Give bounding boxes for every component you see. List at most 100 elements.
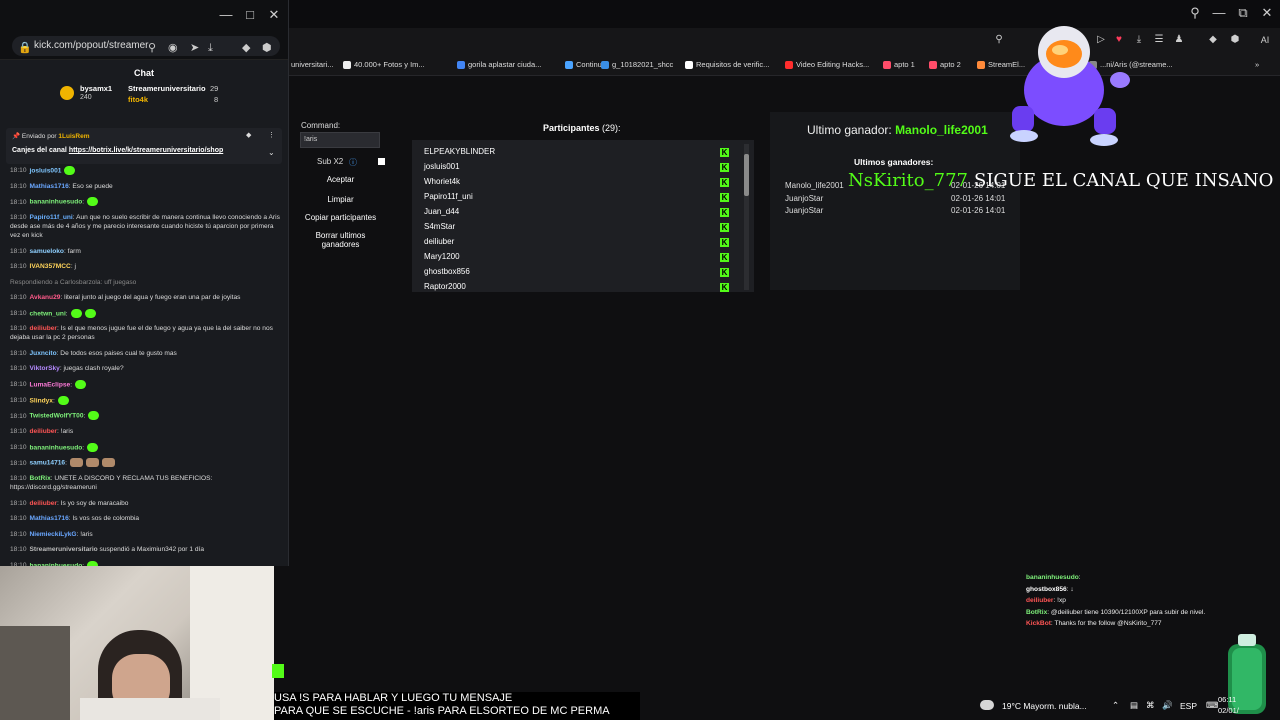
- more-options-icon[interactable]: ⋮: [268, 131, 275, 139]
- bookmark-item[interactable]: 40.000+ Fotos y Im...: [343, 60, 425, 70]
- sub-x2-label: Sub X2: [317, 157, 344, 166]
- extension-icon[interactable]: ◆: [1203, 31, 1223, 49]
- chat-username[interactable]: IVAN357MCC: [30, 263, 71, 270]
- chat-timestamp: 18:10: [10, 381, 27, 388]
- download-icon[interactable]: ⤓: [208, 38, 213, 58]
- search-icon[interactable]: ⚲: [148, 38, 156, 58]
- chat-timestamp: 18:10: [10, 475, 27, 482]
- maximize-icon[interactable]: □: [240, 6, 260, 24]
- bookmark-item[interactable]: apto 2: [929, 60, 961, 70]
- kick-badge-icon: K: [720, 148, 729, 157]
- chat-username[interactable]: deiliuber: [30, 325, 57, 332]
- leader-1-count: 240: [80, 94, 92, 101]
- pinned-message[interactable]: 📌 Enviado por 1LuisRem ◆ ⋮ Canjes del ca…: [6, 128, 282, 164]
- kick-badge-icon: K: [720, 223, 729, 232]
- chat-username[interactable]: Juxncito: [30, 350, 57, 357]
- extension-icon[interactable]: ◆: [242, 38, 250, 58]
- copy-participants-button[interactable]: Copiar participantes: [301, 210, 380, 226]
- chat-timestamp: 18:10: [10, 530, 27, 538]
- chat-message: 18:10 Papiro11f_uni: Aun que no suelo esc…: [10, 213, 282, 240]
- cube-icon[interactable]: ⬢: [1225, 31, 1245, 49]
- search-tabs-icon[interactable]: ⚲: [1185, 4, 1205, 22]
- bookmark-item[interactable]: Continue: [565, 60, 606, 70]
- pin-icon-right[interactable]: ◆: [246, 131, 251, 139]
- bookmark-item[interactable]: gorila aplastar ciuda...: [457, 60, 541, 70]
- participant-name: josluis001: [424, 162, 460, 171]
- scrollbar[interactable]: [744, 144, 749, 290]
- minimize-icon[interactable]: —: [216, 6, 236, 24]
- chat-username[interactable]: bananinhuesudo: [30, 444, 83, 451]
- bookmark-item[interactable]: universitari...: [291, 60, 334, 69]
- chat-username[interactable]: Papiro11f_uni: [30, 214, 73, 221]
- bookmark-item[interactable]: Video Editing Hacks...: [785, 60, 870, 70]
- pinned-sent-by-label: Enviado por: [21, 133, 57, 140]
- scrollbar-thumb[interactable]: [744, 154, 749, 196]
- chat-text: :: [52, 396, 55, 404]
- minimize-icon[interactable]: —: [1209, 4, 1229, 22]
- chat-username[interactable]: NiemieckiLykG: [30, 531, 77, 538]
- chat-username[interactable]: Mathias1716: [30, 183, 69, 190]
- keyboard-icon[interactable]: ⌨: [1206, 700, 1218, 711]
- tray-chevron-icon[interactable]: ⌃: [1112, 700, 1119, 711]
- stream-chat-username: deiliuber: [1026, 597, 1054, 604]
- chat-username[interactable]: chetwn_uni: [30, 310, 66, 317]
- restore-icon[interactable]: ⧉: [1233, 4, 1253, 22]
- weather-text[interactable]: 19°C Mayorm. nubla...: [1002, 701, 1087, 711]
- chat-username[interactable]: LumaEclipse: [30, 381, 71, 388]
- bookmark-item[interactable]: apto 1: [883, 60, 915, 70]
- recent-winner-date: 02-01-26 14:01: [951, 206, 1006, 215]
- chat-message: 18:10 samu14716:: [10, 458, 282, 468]
- accept-button[interactable]: Aceptar: [301, 172, 380, 188]
- clock-time[interactable]: 06:11: [1218, 695, 1236, 704]
- chat-username[interactable]: ViktorSky: [30, 365, 60, 372]
- chat-username[interactable]: samueloko: [30, 248, 64, 255]
- chat-text: :: [82, 443, 85, 451]
- chat-username[interactable]: deiliuber: [30, 500, 57, 507]
- chat-username[interactable]: Slindyx: [30, 397, 53, 404]
- chat-username[interactable]: deiliuber: [30, 428, 57, 435]
- chat-username[interactable]: BotRix: [30, 475, 51, 482]
- cube-icon[interactable]: ⬢: [262, 38, 272, 58]
- send-icon[interactable]: ➤: [190, 38, 199, 58]
- ai-button[interactable]: AI: [1251, 31, 1279, 49]
- close-icon[interactable]: ✕: [264, 6, 284, 24]
- menu-icon[interactable]: ☰: [1149, 31, 1169, 49]
- chat-username[interactable]: TwistedWolfYT00: [30, 413, 84, 420]
- bookmark-item[interactable]: Requisitos de verific...: [685, 60, 769, 70]
- chat-username[interactable]: Mathias1716: [30, 515, 69, 522]
- chat-text: : !aris: [76, 530, 93, 538]
- chevron-down-icon[interactable]: ⌄: [268, 148, 275, 157]
- pinned-link[interactable]: https://botrix.live/k/streameruniversita…: [69, 147, 223, 154]
- wifi-icon[interactable]: ⌘: [1146, 700, 1155, 711]
- network-icon[interactable]: ▤: [1130, 700, 1138, 711]
- close-icon[interactable]: ✕: [1257, 4, 1277, 22]
- pinned-sent-by-user: 1LuisRem: [58, 133, 90, 140]
- chat-username[interactable]: samu14716: [30, 460, 66, 467]
- bookmark-item[interactable]: g_10182021_shcc: [601, 60, 673, 70]
- chat-username[interactable]: bananinhuesudo: [30, 199, 83, 206]
- download-icon[interactable]: ⤓: [1129, 31, 1149, 49]
- bookmarks-overflow-icon[interactable]: »: [1255, 60, 1259, 69]
- participant-name: Mary1200: [424, 252, 460, 261]
- chat-username[interactable]: Avkanu29: [30, 294, 61, 301]
- chat-timestamp: 18:10: [10, 499, 27, 507]
- profile-icon[interactable]: ♟: [1169, 31, 1189, 49]
- emote-icon: [57, 395, 69, 405]
- clear-button[interactable]: Limpiar: [301, 192, 380, 208]
- command-input[interactable]: !aris: [300, 132, 380, 148]
- chat-username[interactable]: josluis001: [30, 167, 62, 174]
- chat-message: 18:10 Mathias1716: Eso se puede: [10, 182, 282, 191]
- volume-icon[interactable]: 🔊: [1162, 700, 1173, 711]
- chat-username[interactable]: Streameruniversitario: [30, 546, 98, 553]
- chat-url-field[interactable]: 🔒 kick.com/popout/streamer ⚲ ◉ ➤ ⤓ ◆ ⬢: [12, 36, 280, 56]
- info-icon[interactable]: ⓘ: [349, 157, 357, 168]
- emote-icon: [87, 442, 99, 452]
- bookmark-label: Video Editing Hacks...: [796, 60, 870, 69]
- chat-urlbar: 🔒 kick.com/popout/streamer ⚲ ◉ ➤ ⤓ ◆ ⬢: [0, 30, 288, 60]
- clock-date[interactable]: 02/01/: [1218, 706, 1239, 715]
- delete-winners-button[interactable]: Borrar ultimos ganadores: [301, 231, 380, 251]
- language-indicator[interactable]: ESP: [1180, 701, 1197, 711]
- shield-icon[interactable]: ◉: [168, 38, 178, 58]
- participants-list[interactable]: ELPEAKYBLINDER Kjosluis001 K Whoriet4k K Papi…: [412, 140, 754, 292]
- sub-x2-checkbox[interactable]: [378, 158, 385, 165]
